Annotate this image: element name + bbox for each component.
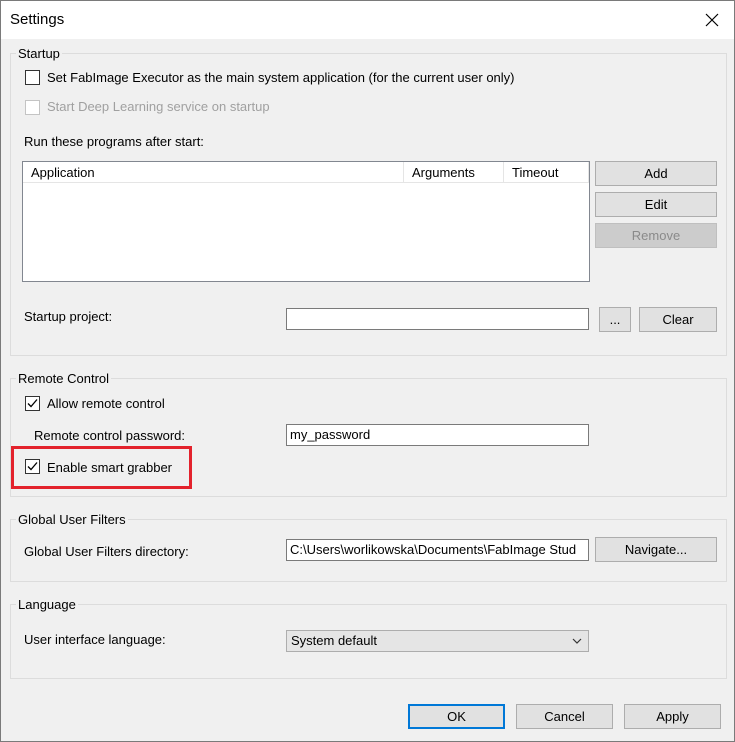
allow-remote-label: Allow remote control <box>47 396 165 411</box>
column-application[interactable]: Application <box>23 162 404 182</box>
close-button[interactable] <box>690 1 734 39</box>
programs-label: Run these programs after start: <box>24 134 204 149</box>
smart-grabber-checkbox[interactable] <box>25 459 40 474</box>
remote-password-label: Remote control password: <box>34 428 186 443</box>
browse-button[interactable]: ... <box>599 307 631 332</box>
filters-directory-input[interactable]: C:\Users\worlikowska\Documents\FabImage … <box>286 539 589 561</box>
main-app-checkbox[interactable] <box>25 70 40 85</box>
add-button[interactable]: Add <box>595 161 717 186</box>
ui-language-select[interactable]: System default <box>286 630 589 652</box>
column-timeout[interactable]: Timeout <box>504 162 589 182</box>
startup-group-label: Startup <box>18 46 60 61</box>
remove-button[interactable]: Remove <box>595 223 717 248</box>
startup-programs-list[interactable]: Application Arguments Timeout <box>22 161 590 282</box>
edit-button[interactable]: Edit <box>595 192 717 217</box>
close-icon <box>705 13 719 27</box>
allow-remote-checkbox[interactable] <box>25 396 40 411</box>
checkmark-icon <box>27 399 38 408</box>
main-app-label: Set FabImage Executor as the main system… <box>47 70 515 85</box>
remote-password-input[interactable]: my_password <box>286 424 589 446</box>
clear-button[interactable]: Clear <box>639 307 717 332</box>
settings-dialog: Settings Startup Set FabImage Executor a… <box>0 0 735 742</box>
ok-button[interactable]: OK <box>408 704 505 729</box>
startup-project-input[interactable] <box>286 308 589 330</box>
ui-language-value: System default <box>291 633 377 648</box>
cancel-button[interactable]: Cancel <box>516 704 613 729</box>
remote-control-group-label: Remote Control <box>18 371 110 386</box>
smart-grabber-label: Enable smart grabber <box>47 460 173 475</box>
list-header: Application Arguments Timeout <box>23 162 589 183</box>
title-bar: Settings <box>1 1 734 39</box>
language-group-label: Language <box>18 597 76 612</box>
deep-learning-checkbox[interactable] <box>25 100 40 115</box>
ui-language-label: User interface language: <box>24 632 166 647</box>
navigate-button[interactable]: Navigate... <box>595 537 717 562</box>
column-arguments[interactable]: Arguments <box>404 162 504 182</box>
global-user-filters-group-label: Global User Filters <box>18 512 126 527</box>
filters-directory-label: Global User Filters directory: <box>24 544 189 559</box>
apply-button[interactable]: Apply <box>624 704 721 729</box>
chevron-down-icon <box>572 638 582 644</box>
checkmark-icon <box>27 462 38 471</box>
startup-project-label: Startup project: <box>24 309 113 324</box>
window-title: Settings <box>10 11 65 28</box>
deep-learning-label: Start Deep Learning service on startup <box>47 99 270 114</box>
